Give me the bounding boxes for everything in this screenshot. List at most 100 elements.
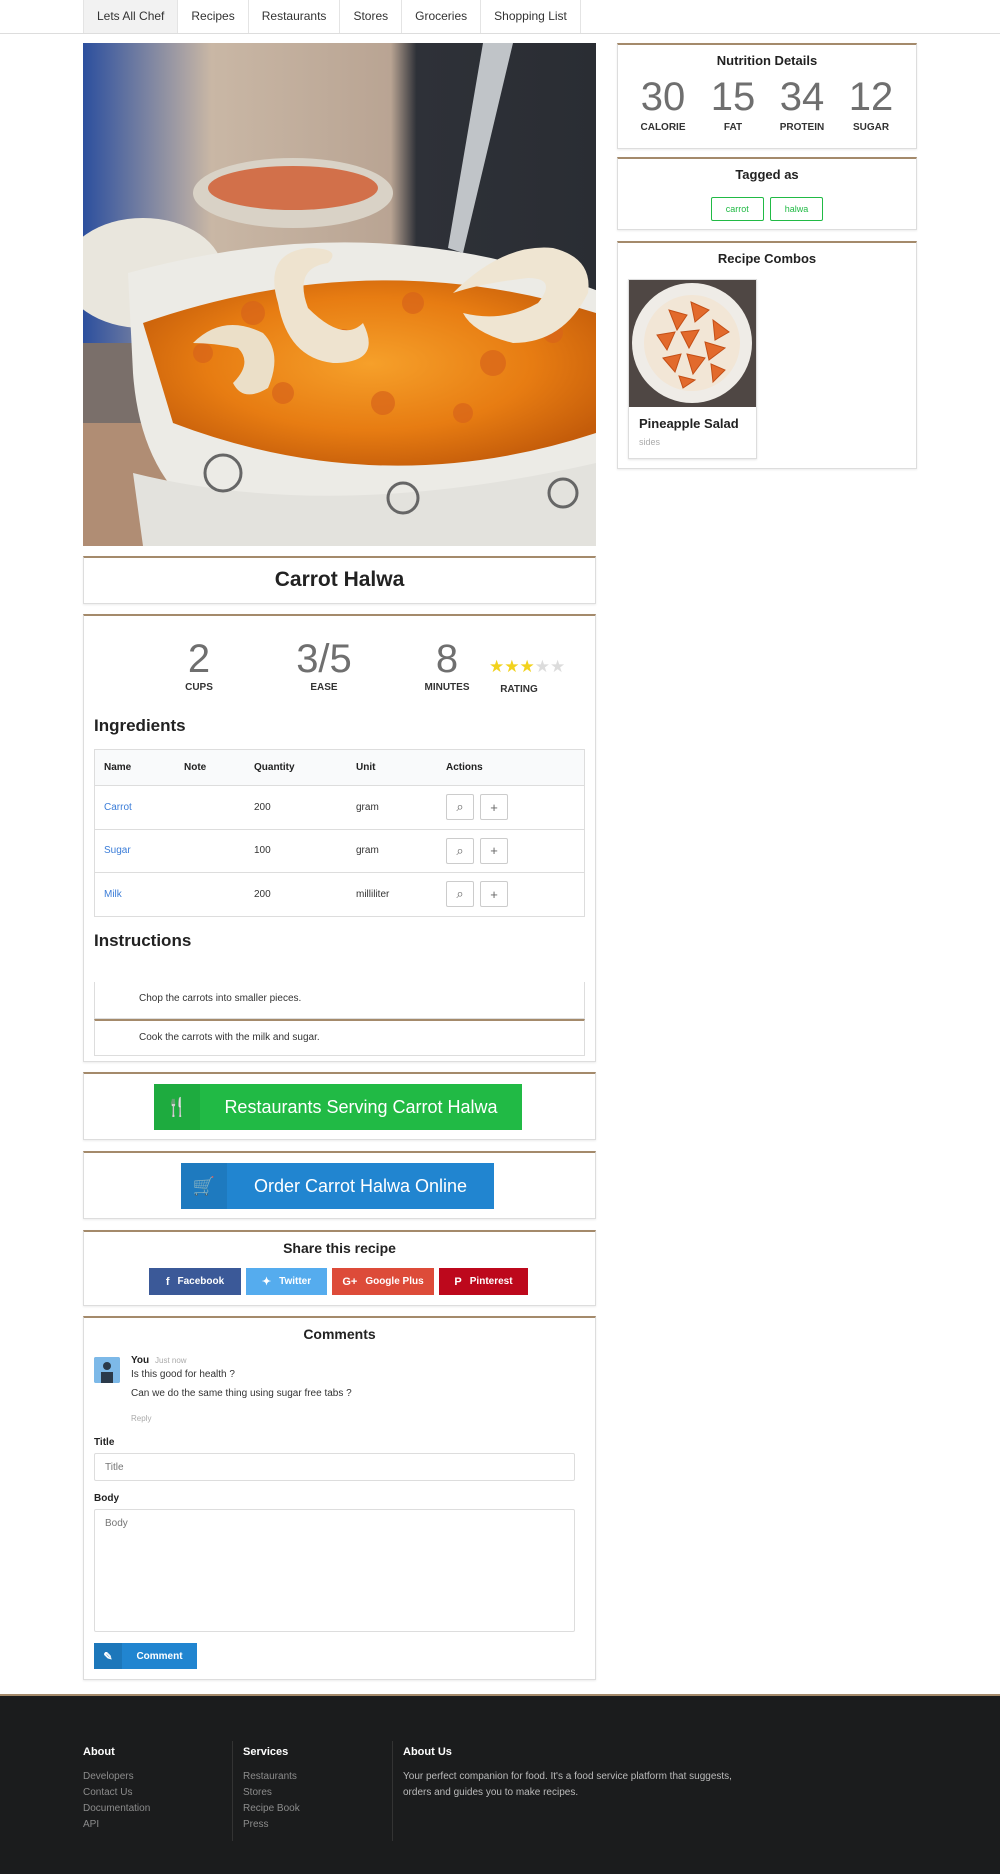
- reply-link[interactable]: Reply: [131, 1414, 151, 1423]
- ingredient-link[interactable]: Carrot: [104, 786, 132, 829]
- footer-about-us-text: Your perfect companion for food. It's a …: [403, 1771, 732, 1798]
- combos-heading: Recipe Combos: [717, 251, 817, 266]
- footer-link-api[interactable]: API: [83, 1817, 150, 1833]
- footer-link-press[interactable]: Press: [243, 1817, 300, 1833]
- rating-stars[interactable]: ★ ★ ★ ★ ★: [489, 658, 565, 675]
- nutrition-fat: 15 FAT: [698, 76, 768, 133]
- footer-link-documentation[interactable]: Documentation: [83, 1801, 150, 1817]
- nav-home[interactable]: Lets All Chef: [83, 0, 179, 33]
- instruction-step: Cook the carrots with the milk and sugar…: [94, 1019, 585, 1056]
- comment-title-input[interactable]: [94, 1453, 575, 1481]
- star-icon[interactable]: ★: [504, 658, 519, 675]
- star-icon[interactable]: ★: [489, 658, 504, 675]
- nav-stores[interactable]: Stores: [340, 0, 403, 33]
- ingredient-unit: milliliter: [356, 888, 390, 900]
- recipe-title-card: Carrot Halwa: [83, 556, 596, 604]
- stat-cups: 2 CUPS: [154, 638, 244, 693]
- comments-heading: Comments: [303, 1326, 376, 1342]
- search-ingredient-button[interactable]: ⌕: [446, 794, 474, 821]
- table-row: Milk 200 milliliter ⌕ +: [95, 872, 584, 916]
- twitter-share-button[interactable]: ✦ Twitter: [246, 1268, 327, 1295]
- body-field-label: Body: [94, 1493, 119, 1504]
- facebook-share-button[interactable]: f Facebook: [149, 1268, 241, 1295]
- comment-author[interactable]: You: [131, 1355, 149, 1366]
- twitter-label: Twitter: [279, 1276, 312, 1287]
- tag-list: carrot halwa: [618, 197, 916, 221]
- tags-heading: Tagged as: [735, 167, 799, 182]
- table-row: Sugar 100 gram ⌕ +: [95, 828, 584, 873]
- star-icon[interactable]: ★: [550, 658, 565, 675]
- nutrition-value: 34: [779, 75, 825, 119]
- nutrition-label: FAT: [723, 122, 743, 133]
- ingredient-quantity: 100: [254, 845, 271, 857]
- recipe-hero-image: [83, 43, 596, 546]
- footer-divider: [232, 1741, 233, 1841]
- search-icon: ⌕: [456, 799, 464, 815]
- ingredient-unit: gram: [356, 845, 379, 857]
- stat-cups-value: 2: [187, 637, 211, 681]
- nav-shopping-list[interactable]: Shopping List: [481, 0, 581, 33]
- google-plus-icon: G+: [342, 1275, 358, 1288]
- recipe-details-card: 2 CUPS 3/5 EASE 8 MINUTES ★ ★ ★ ★ ★ RATI…: [83, 614, 596, 1062]
- star-icon[interactable]: ★: [520, 658, 535, 675]
- nav-restaurants[interactable]: Restaurants: [249, 0, 341, 33]
- nutrition-calorie: 30 CALORIE: [628, 76, 698, 133]
- ingredient-quantity: 200: [254, 801, 271, 813]
- tag-carrot[interactable]: carrot: [710, 197, 764, 221]
- google-plus-share-button[interactable]: G+ Google Plus: [332, 1268, 434, 1295]
- combo-image: [629, 280, 756, 407]
- footer-link-contact[interactable]: Contact Us: [83, 1785, 150, 1801]
- stat-ease-value: 3/5: [296, 637, 352, 681]
- stat-ease: 3/5 EASE: [279, 638, 369, 693]
- nutrition-card: Nutrition Details 30 CALORIE 15 FAT 34 P…: [617, 43, 917, 149]
- col-quantity: Quantity: [254, 762, 295, 773]
- table-row: Carrot 200 gram ⌕ +: [95, 785, 584, 829]
- combo-category: sides: [639, 437, 661, 447]
- restaurants-serving-button[interactable]: 🍴 Restaurants Serving Carrot Halwa: [154, 1084, 522, 1130]
- ingredient-link[interactable]: Milk: [104, 873, 122, 916]
- col-note: Note: [184, 762, 207, 773]
- avatar: [94, 1357, 120, 1383]
- share-heading: Share this recipe: [283, 1240, 396, 1256]
- tag-halwa[interactable]: halwa: [769, 197, 824, 221]
- footer-link-developers[interactable]: Developers: [83, 1769, 150, 1785]
- order-online-button[interactable]: 🛒 Order Carrot Halwa Online: [181, 1163, 494, 1209]
- pinterest-share-button[interactable]: P Pinterest: [439, 1268, 528, 1295]
- top-navbar: Lets All Chef Recipes Restaurants Stores…: [0, 0, 1000, 34]
- plus-icon: +: [490, 843, 498, 859]
- plus-icon: +: [490, 799, 498, 815]
- combo-item[interactable]: Pineapple Salad sides: [628, 279, 757, 459]
- nutrition-label: CALORIE: [640, 122, 686, 133]
- footer-link-restaurants[interactable]: Restaurants: [243, 1769, 300, 1785]
- nutrition-value: 15: [710, 75, 756, 119]
- share-buttons: f Facebook ✦ Twitter G+ Google Plus P Pinter…: [149, 1268, 533, 1295]
- comment-body-textarea[interactable]: [94, 1509, 575, 1632]
- nav-groceries[interactable]: Groceries: [402, 0, 482, 33]
- nav-recipes[interactable]: Recipes: [178, 0, 249, 33]
- share-card: Share this recipe f Facebook ✦ Twitter G+ G…: [83, 1230, 596, 1306]
- footer-services: Services Restaurants Stores Recipe Book …: [243, 1746, 300, 1833]
- restaurants-serving-label: Restaurants Serving Carrot Halwa: [224, 1096, 498, 1117]
- comments-card: Comments You Just now Is this good for h…: [83, 1316, 596, 1680]
- facebook-icon: f: [165, 1275, 170, 1288]
- instruction-step: Chop the carrots into smaller pieces.: [94, 982, 585, 1019]
- add-ingredient-button[interactable]: +: [480, 881, 508, 908]
- combo-title[interactable]: Pineapple Salad: [639, 416, 739, 431]
- restaurants-cta-card: 🍴 Restaurants Serving Carrot Halwa: [83, 1072, 596, 1140]
- footer-link-recipe-book[interactable]: Recipe Book: [243, 1801, 300, 1817]
- ingredient-link[interactable]: Sugar: [104, 830, 131, 873]
- edit-icon: ✎: [94, 1643, 122, 1669]
- add-ingredient-button[interactable]: +: [480, 837, 508, 864]
- table-header: Name Note Quantity Unit Actions: [95, 750, 584, 785]
- add-ingredient-button[interactable]: +: [480, 794, 508, 821]
- ingredient-quantity: 200: [254, 888, 271, 900]
- nutrition-value: 30: [640, 75, 686, 119]
- col-actions: Actions: [446, 762, 483, 773]
- search-ingredient-button[interactable]: ⌕: [446, 837, 474, 864]
- star-icon[interactable]: ★: [535, 658, 550, 675]
- comment-submit-button[interactable]: ✎ Comment: [94, 1643, 197, 1669]
- title-field-label: Title: [94, 1437, 115, 1448]
- search-ingredient-button[interactable]: ⌕: [446, 881, 474, 908]
- instructions-heading: Instructions: [94, 931, 192, 950]
- footer-link-stores[interactable]: Stores: [243, 1785, 300, 1801]
